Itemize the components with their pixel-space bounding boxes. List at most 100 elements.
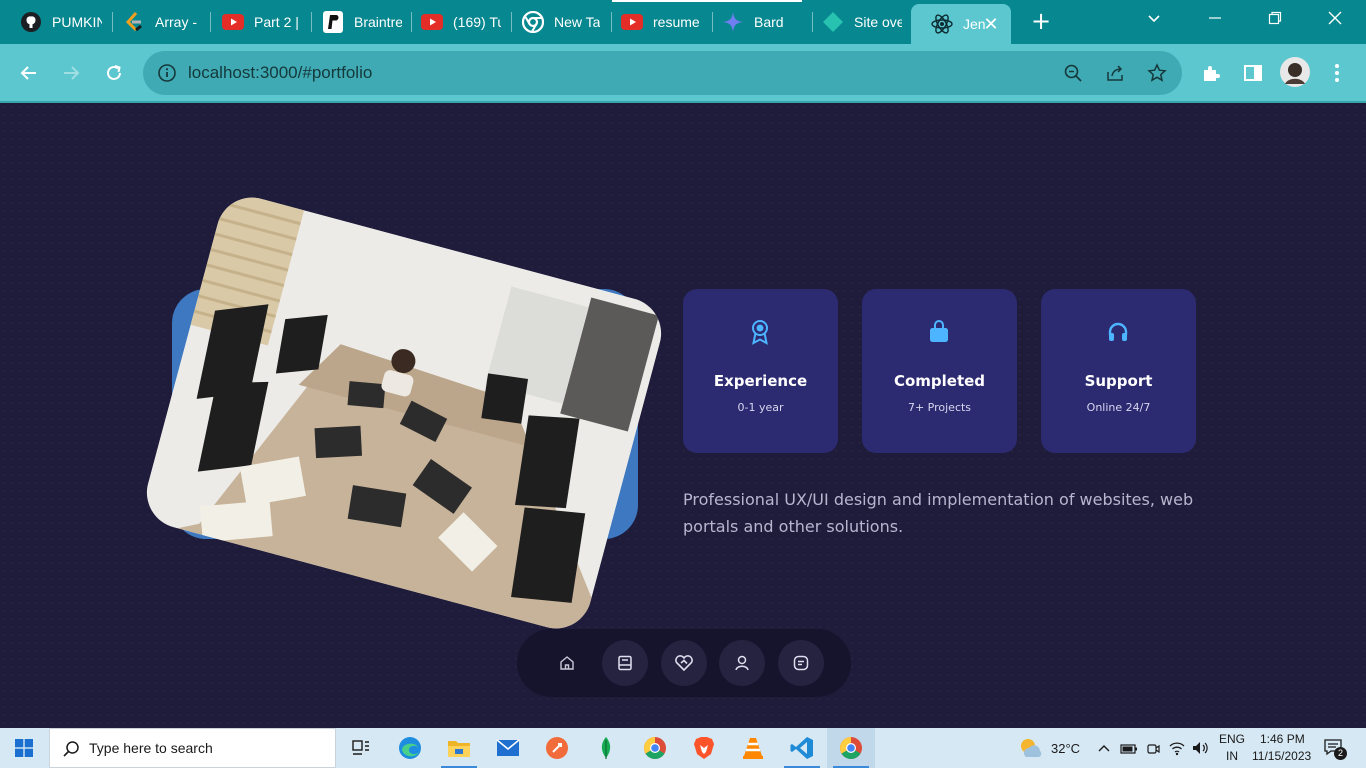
- forward-button[interactable]: [56, 58, 86, 88]
- close-window-button[interactable]: [1323, 10, 1347, 34]
- card-subtitle: 0-1 year: [737, 401, 784, 414]
- side-panel-icon[interactable]: [1238, 58, 1268, 88]
- headphones-icon: [1107, 319, 1129, 345]
- card-subtitle: 7+ Projects: [907, 401, 972, 414]
- tab-label: resume: [653, 14, 700, 30]
- weather-icon[interactable]: [1018, 736, 1044, 760]
- book-icon: [618, 655, 632, 671]
- meet-now-icon[interactable]: [1145, 740, 1161, 760]
- edge-icon[interactable]: [386, 728, 434, 768]
- nav-services-button[interactable]: [661, 640, 707, 686]
- mail-icon[interactable]: [484, 728, 532, 768]
- url-text[interactable]: localhost:3000/#portfolio: [188, 63, 372, 83]
- volume-icon[interactable]: [1191, 740, 1209, 760]
- chrome-icon[interactable]: [631, 728, 679, 768]
- reload-button[interactable]: [99, 58, 129, 88]
- home-icon: [560, 656, 574, 670]
- about-photo: [138, 189, 670, 637]
- new-tab-button[interactable]: +: [1027, 8, 1055, 36]
- bottom-nav: [517, 629, 851, 697]
- file-explorer-icon[interactable]: [435, 728, 483, 768]
- bookmark-star-icon[interactable]: [1146, 62, 1168, 84]
- wifi-icon[interactable]: [1168, 740, 1186, 760]
- notification-center-icon[interactable]: 2: [1323, 738, 1349, 760]
- leetcode-icon: [123, 11, 145, 33]
- tab-bard[interactable]: Bard: [702, 4, 812, 40]
- input-region[interactable]: IN: [1226, 749, 1238, 763]
- restore-button[interactable]: [1263, 10, 1287, 34]
- zoom-icon[interactable]: [1062, 62, 1084, 84]
- menu-kebab-icon[interactable]: [1322, 58, 1352, 88]
- brave-icon[interactable]: [680, 728, 728, 768]
- share-icon[interactable]: [1104, 62, 1126, 84]
- completed-card: Completed 7+ Projects: [862, 289, 1017, 453]
- notification-count: 2: [1334, 747, 1347, 760]
- support-card: Support Online 24/7: [1041, 289, 1196, 453]
- react-icon: [931, 13, 953, 35]
- clock-time[interactable]: 1:46 PM: [1260, 732, 1305, 746]
- vscode-icon[interactable]: [778, 728, 826, 768]
- address-bar[interactable]: localhost:3000/#portfolio: [143, 51, 1182, 95]
- nav-contact-button[interactable]: [778, 640, 824, 686]
- tab-close-button[interactable]: ✕: [983, 15, 999, 33]
- minimize-button[interactable]: [1203, 10, 1227, 34]
- windows-taskbar: Type here to search 32°C ENG IN 1:46 PM …: [0, 728, 1366, 768]
- netlify-icon: [822, 11, 844, 33]
- card-subtitle: Online 24/7: [1086, 401, 1151, 414]
- tab-search-chevron-icon[interactable]: [1142, 10, 1166, 34]
- github-icon: [20, 11, 42, 33]
- tab-new-tab[interactable]: New Tab: [502, 4, 612, 40]
- tab-leetcode[interactable]: Array -: [103, 4, 213, 40]
- weather-temp[interactable]: 32°C: [1051, 741, 1080, 756]
- task-view-icon[interactable]: [337, 728, 385, 768]
- start-button[interactable]: [0, 728, 48, 768]
- search-icon: [63, 741, 79, 757]
- back-button[interactable]: [14, 58, 44, 88]
- tab-youtube-169[interactable]: (169) Tu: [401, 4, 511, 40]
- user-icon: [735, 655, 749, 671]
- youtube-icon: [421, 11, 443, 33]
- tab-label: New Tab: [554, 14, 600, 30]
- extensions-icon[interactable]: [1196, 58, 1226, 88]
- tab-label: (169) Tu: [453, 14, 501, 30]
- tab-label: Bard: [754, 14, 784, 30]
- tab-label: Array -: [155, 14, 197, 30]
- youtube-icon: [222, 11, 244, 33]
- briefcase-icon: [928, 319, 950, 345]
- search-placeholder: Type here to search: [89, 740, 213, 756]
- tab-resume[interactable]: resume: [601, 4, 712, 40]
- battery-icon[interactable]: [1120, 741, 1138, 760]
- bard-icon: [722, 11, 744, 33]
- tab-braintree[interactable]: Braintree: [302, 4, 412, 40]
- profile-avatar[interactable]: [1280, 57, 1310, 87]
- input-language[interactable]: ENG: [1219, 732, 1245, 746]
- tab-youtube-part2[interactable]: Part 2 |: [202, 4, 312, 40]
- tab-label: Part 2 |: [254, 14, 299, 30]
- clock-date[interactable]: 11/15/2023: [1252, 749, 1311, 763]
- nav-about-button[interactable]: [602, 640, 648, 686]
- windows-logo-icon: [15, 739, 33, 757]
- back-arrow-icon: [20, 66, 36, 80]
- mongodb-icon[interactable]: [582, 728, 630, 768]
- vlc-icon[interactable]: [729, 728, 777, 768]
- forward-arrow-icon: [64, 66, 80, 80]
- youtube-icon: [621, 11, 643, 33]
- tab-label: PUMKIN: [52, 14, 102, 30]
- tray-chevron-up-icon[interactable]: [1097, 741, 1111, 760]
- tab-label: Jen: [963, 16, 985, 32]
- postman-icon[interactable]: [533, 728, 581, 768]
- tab-github[interactable]: PUMKIN: [0, 4, 112, 40]
- tab-loading-indicator: [612, 0, 802, 2]
- tab-site-overview[interactable]: Site ove: [802, 4, 910, 40]
- taskbar-search-box[interactable]: Type here to search: [49, 728, 336, 768]
- nav-home-button[interactable]: [544, 640, 590, 686]
- card-title: Completed: [893, 372, 986, 390]
- tab-label: Site ove: [854, 14, 902, 30]
- tab-label: Braintree: [354, 14, 402, 30]
- tab-active-react[interactable]: Jen ✕: [911, 4, 1011, 44]
- experience-card: Experience 0-1 year: [683, 289, 838, 453]
- site-info-icon[interactable]: [156, 62, 178, 84]
- chrome-active-icon[interactable]: [827, 728, 875, 768]
- handshake-icon: [675, 655, 693, 672]
- nav-profile-button[interactable]: [719, 640, 765, 686]
